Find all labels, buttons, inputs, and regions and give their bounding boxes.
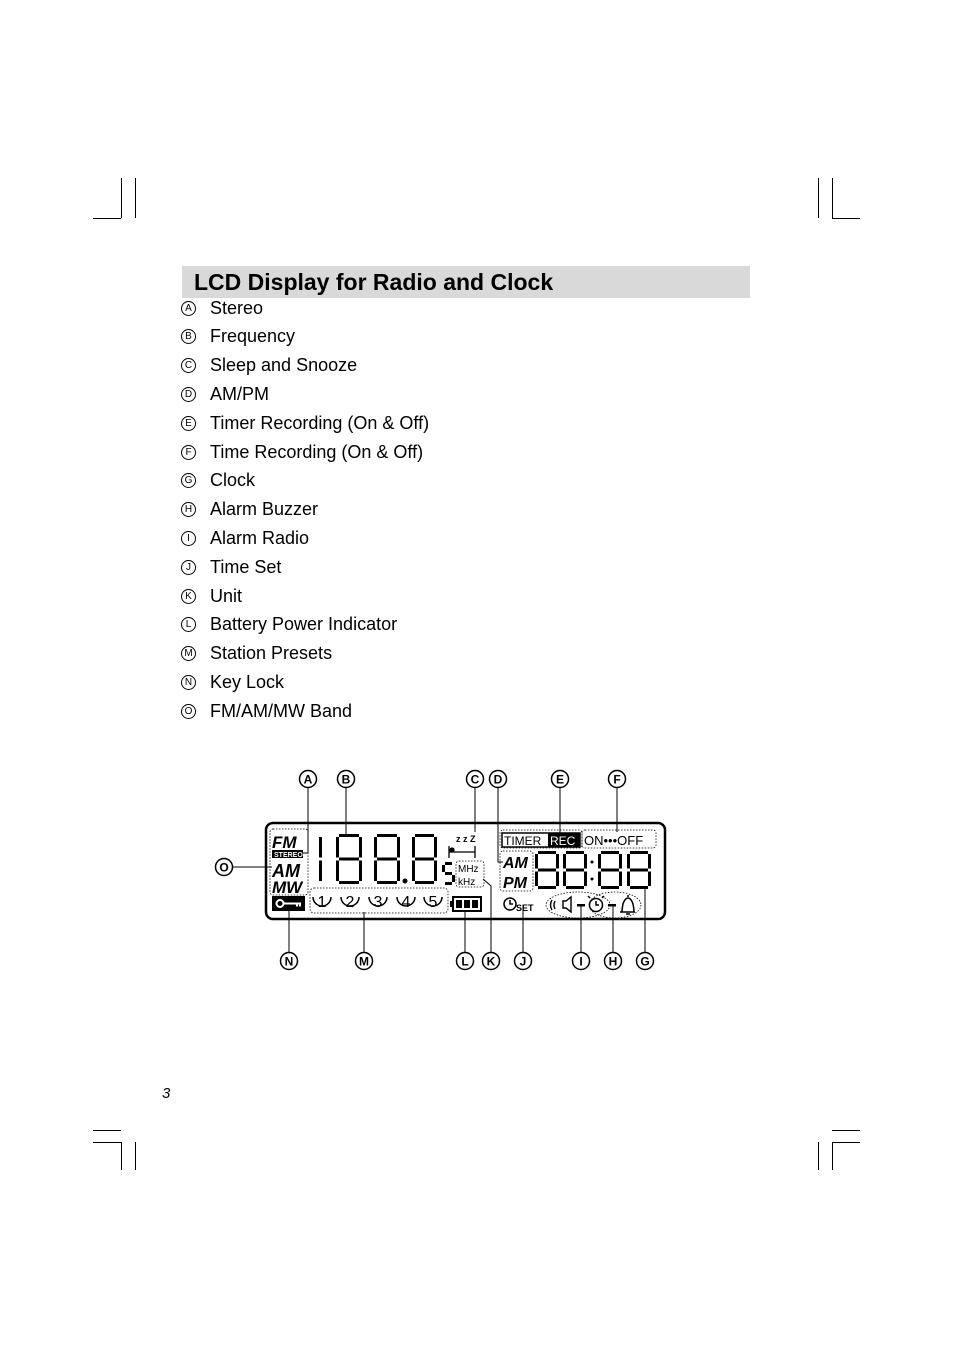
seven-segment-digit (535, 851, 559, 889)
leader-line (482, 878, 492, 952)
callout-letter-e: E (556, 773, 564, 787)
alarm-radio-icon (549, 895, 572, 914)
timer-indicator: TIMER (504, 834, 542, 848)
callout-letter-h: H (609, 955, 618, 969)
bell-icon (620, 895, 635, 915)
seven-segment-digit (563, 851, 587, 889)
callout-letter-i: I (579, 955, 582, 969)
sleep-zzz: z z Z (456, 834, 476, 844)
clock-colon (590, 877, 594, 881)
leader-line (497, 788, 503, 863)
seven-segment-digit (627, 851, 651, 889)
clock-colon (590, 860, 594, 864)
callout-letter-b: B (342, 773, 351, 787)
pm-clock-indicator: PM (503, 875, 528, 892)
callout-letter-o: O (219, 861, 228, 875)
on-off-indicator: ON•••OFF (584, 833, 643, 848)
fm-indicator: FM (272, 833, 297, 852)
battery-icon (450, 896, 482, 912)
preset-number: 1 (318, 894, 327, 911)
seven-segment-digit (336, 834, 362, 884)
mw-indicator: MW (272, 878, 304, 897)
seven-segment-digit (598, 851, 622, 889)
stereo-indicator: STEREO (274, 852, 303, 859)
callout-letter-j: J (520, 955, 527, 969)
preset-number: 2 (346, 894, 355, 911)
am-clock-indicator: AM (502, 855, 529, 872)
lcd-diagram: FM STEREO AM MW AM PM 12345 MHz kHz z z … (214, 769, 667, 971)
sleep-icon (448, 846, 476, 858)
callout-letter-c: C (471, 773, 480, 787)
page-number: 3 (162, 1085, 171, 1102)
leader-line (303, 788, 309, 854)
seven-segment-digit (412, 834, 437, 884)
time-set-label: SET (516, 903, 534, 913)
preset-number: 3 (374, 894, 383, 911)
khz-unit: kHz (458, 877, 475, 888)
decimal-point (402, 878, 408, 884)
mhz-unit: MHz (458, 864, 479, 875)
callout-letter-g: G (640, 955, 649, 969)
rec-indicator: REC (550, 834, 576, 848)
preset-number: 5 (429, 894, 438, 911)
seven-segment-digit (374, 834, 400, 884)
callout-letter-f: F (613, 773, 620, 787)
callout-letter-l: L (461, 955, 468, 969)
seven-segment-digit (319, 837, 322, 881)
alarm-clock-icon (587, 895, 605, 913)
callout-letter-d: D (494, 773, 503, 787)
seven-segment-digit (442, 862, 455, 885)
manual-page: LCD Display for Radio and Clock A Stereo B… (0, 0, 954, 1351)
callout-letter-n: N (285, 955, 294, 969)
preset-number: 4 (402, 894, 411, 911)
time-set-icon (503, 897, 517, 911)
alarm-separator (608, 904, 616, 907)
callout-letter-m: M (359, 955, 369, 969)
callout-letter-k: K (487, 955, 496, 969)
callout-letter-a: A (304, 773, 313, 787)
